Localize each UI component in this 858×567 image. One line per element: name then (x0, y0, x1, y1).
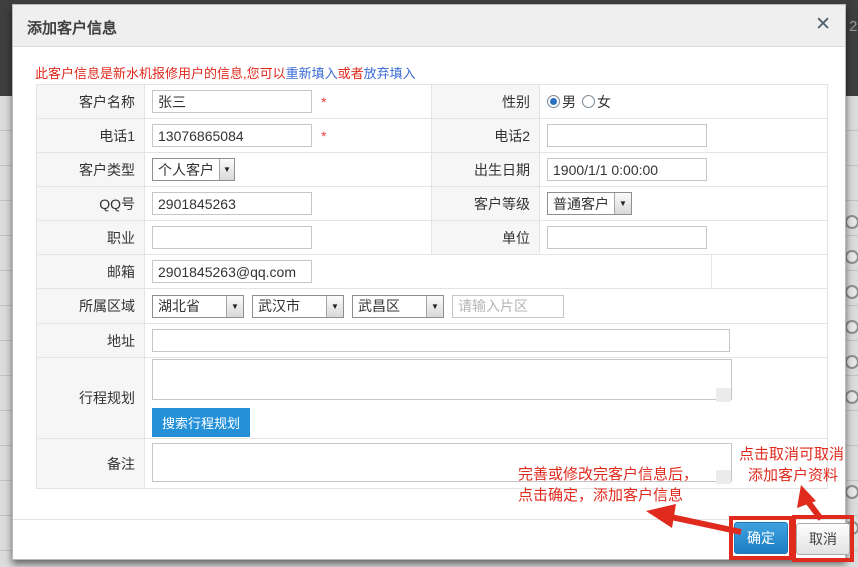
chevron-down-icon: ▼ (614, 193, 631, 214)
district-select[interactable]: 武昌区 ▼ (352, 295, 444, 318)
trip-plan-textarea[interactable] (152, 359, 732, 400)
phone2-label: 电话2 (432, 119, 540, 152)
clock-icon (845, 320, 858, 334)
hint-text: 此客户信息是新水机报修用户的信息,您可以重新填入或者放弃填入 (35, 63, 416, 82)
row-email: 邮箱 (37, 255, 827, 289)
customer-form: 客户名称 * 性别 男 女 电话1 * 电话2 (36, 84, 828, 489)
region-label: 所属区域 (37, 289, 145, 323)
annotation-highlight-cancel: 取消 (792, 515, 854, 562)
trip-plan-label: 行程规划 (37, 358, 145, 438)
row-trip-plan: 行程规划 搜索行程规划 (37, 358, 827, 439)
chevron-down-icon: ▼ (226, 296, 243, 317)
phone2-input[interactable] (547, 124, 707, 147)
add-customer-modal: 添加客户信息 ✕ 此客户信息是新水机报修用户的信息,您可以重新填入或者放弃填入 … (12, 4, 846, 560)
address-input[interactable] (152, 329, 730, 352)
chevron-down-icon: ▼ (219, 159, 234, 180)
city-select[interactable]: 武汉市 ▼ (252, 295, 344, 318)
notification-count-badge: 2 (849, 18, 857, 35)
clock-icon (845, 215, 858, 229)
chevron-down-icon: ▼ (326, 296, 343, 317)
customer-level-label: 客户等级 (432, 187, 540, 220)
annotation-highlight-confirm: 确定 (729, 516, 793, 560)
phone1-input[interactable] (152, 124, 312, 147)
clock-icon (845, 355, 858, 369)
modal-title: 添加客户信息 (27, 17, 117, 38)
clock-icon (845, 485, 858, 499)
gender-male-radio[interactable] (547, 95, 560, 108)
row-phones: 电话1 * 电话2 (37, 119, 827, 153)
resize-grip-icon[interactable] (716, 388, 731, 402)
hint-link-abandon[interactable]: 放弃填入 (364, 66, 416, 81)
hint-link-refill[interactable]: 重新填入 (286, 66, 338, 81)
resize-grip-icon[interactable] (716, 470, 731, 484)
birth-date-label: 出生日期 (432, 153, 540, 186)
required-asterisk: * (321, 94, 326, 110)
birth-date-input[interactable] (547, 158, 707, 181)
footer-divider (13, 519, 845, 520)
remarks-label: 备注 (37, 439, 145, 488)
row-type-birthdate: 客户类型 个人客户 ▼ 出生日期 (37, 153, 827, 187)
row-remarks: 备注 (37, 439, 827, 489)
clock-icon (845, 285, 858, 299)
gender-female-option: 女 (597, 92, 611, 112)
annotation-confirm-note: 完善或修改完客户信息后， 点击确定，添加客户信息 (518, 464, 698, 506)
email-input[interactable] (152, 260, 312, 283)
customer-level-select[interactable]: 普通客户 ▼ (547, 192, 632, 215)
row-address: 地址 (37, 324, 827, 358)
required-asterisk: * (321, 128, 326, 144)
email-label: 邮箱 (37, 255, 145, 288)
gender-label: 性别 (432, 85, 540, 118)
qq-input[interactable] (152, 192, 312, 215)
close-icon[interactable]: ✕ (815, 14, 831, 36)
row-occupation-company: 职业 单位 (37, 221, 827, 255)
row-region: 所属区域 湖北省 ▼ 武汉市 ▼ 武昌区 ▼ (37, 289, 827, 324)
occupation-input[interactable] (152, 226, 312, 249)
customer-type-select[interactable]: 个人客户 ▼ (152, 158, 235, 181)
row-customer-name-gender: 客户名称 * 性别 男 女 (37, 85, 827, 119)
province-select[interactable]: 湖北省 ▼ (152, 295, 244, 318)
annotation-cancel-note: 点击取消可取消 添加客户资料 (739, 444, 844, 486)
address-label: 地址 (37, 324, 145, 357)
clock-icon (845, 250, 858, 264)
confirm-button[interactable]: 确定 (734, 522, 788, 554)
search-trip-plan-button[interactable]: 搜索行程规划 (152, 408, 250, 437)
customer-name-input[interactable] (152, 90, 312, 113)
area-input[interactable] (452, 295, 564, 318)
occupation-label: 职业 (37, 221, 145, 254)
company-input[interactable] (547, 226, 707, 249)
gender-female-radio[interactable] (582, 95, 595, 108)
customer-type-label: 客户类型 (37, 153, 145, 186)
phone1-label: 电话1 (37, 119, 145, 152)
cancel-button[interactable]: 取消 (796, 523, 850, 555)
clock-icon (845, 390, 858, 404)
qq-label: QQ号 (37, 187, 145, 220)
row-qq-level: QQ号 客户等级 普通客户 ▼ (37, 187, 827, 221)
modal-header: 添加客户信息 ✕ (13, 5, 845, 47)
gender-male-option: 男 (562, 92, 576, 112)
customer-name-label: 客户名称 (37, 85, 145, 118)
company-label: 单位 (432, 221, 540, 254)
chevron-down-icon: ▼ (426, 296, 443, 317)
